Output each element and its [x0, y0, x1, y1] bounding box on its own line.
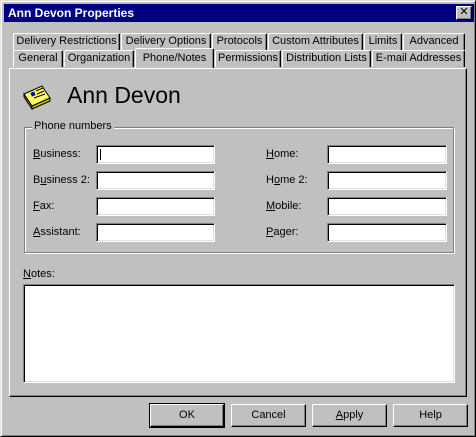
notes-textarea[interactable] [23, 284, 455, 383]
tab-delivery-restrictions[interactable]: Delivery Restrictions [13, 33, 120, 50]
business2-label: Business 2: [33, 174, 90, 186]
phone-notes-panel: Ann Devon Phone numbers Business: Busine… [9, 68, 467, 397]
notes-label: Notes: [23, 268, 55, 280]
tab-organization[interactable]: Organization [64, 50, 134, 67]
pager-label: Pager: [266, 226, 299, 238]
window-title: Ann Devon Properties [8, 6, 135, 20]
business-phone-input[interactable] [96, 145, 215, 164]
mobile-label: Mobile: [266, 200, 302, 212]
tab-general[interactable]: General [13, 50, 63, 67]
tab-distribution-lists[interactable]: Distribution Lists [282, 50, 371, 67]
tab-phone-notes[interactable]: Phone/Notes [135, 48, 214, 68]
title-bar[interactable]: Ann Devon Properties ✕ [4, 4, 474, 22]
help-button[interactable]: Help [393, 404, 468, 427]
text-caret [100, 149, 101, 160]
tab-protocols[interactable]: Protocols [212, 33, 267, 50]
person-name: Ann Devon [67, 82, 181, 108]
properties-window: Ann Devon Properties ✕ Delivery Restrict… [0, 0, 476, 437]
assistant-phone-input[interactable] [96, 223, 215, 242]
tab-email-addresses[interactable]: E-mail Addresses [372, 50, 465, 67]
phone-numbers-group: Phone numbers Business: Business 2: Fax:… [24, 120, 454, 253]
close-icon: ✕ [459, 6, 469, 18]
tab-advanced[interactable]: Advanced [403, 33, 465, 50]
home-phone-input[interactable] [327, 145, 447, 164]
cancel-button[interactable]: Cancel [231, 404, 306, 427]
tab-limits[interactable]: Limits [364, 33, 402, 50]
fax-label: Fax: [33, 200, 55, 212]
business-label: Business: [33, 148, 81, 160]
user-card-icon [23, 85, 51, 110]
apply-button[interactable]: Apply [312, 404, 387, 427]
business2-phone-input[interactable] [96, 171, 215, 190]
phone-numbers-label: Phone numbers [32, 120, 114, 132]
fax-input[interactable] [96, 197, 215, 216]
mobile-phone-input[interactable] [327, 197, 447, 216]
tab-permissions[interactable]: Permissions [215, 50, 281, 67]
assistant-label: Assistant: [33, 226, 81, 238]
home2-phone-input[interactable] [327, 171, 447, 190]
tab-custom-attributes[interactable]: Custom Attributes [268, 33, 363, 50]
close-button[interactable]: ✕ [456, 6, 472, 20]
ok-button[interactable]: OK [149, 403, 225, 428]
pager-input[interactable] [327, 223, 447, 242]
home-label: Home: [266, 148, 299, 160]
home2-label: Home 2: [266, 174, 308, 186]
